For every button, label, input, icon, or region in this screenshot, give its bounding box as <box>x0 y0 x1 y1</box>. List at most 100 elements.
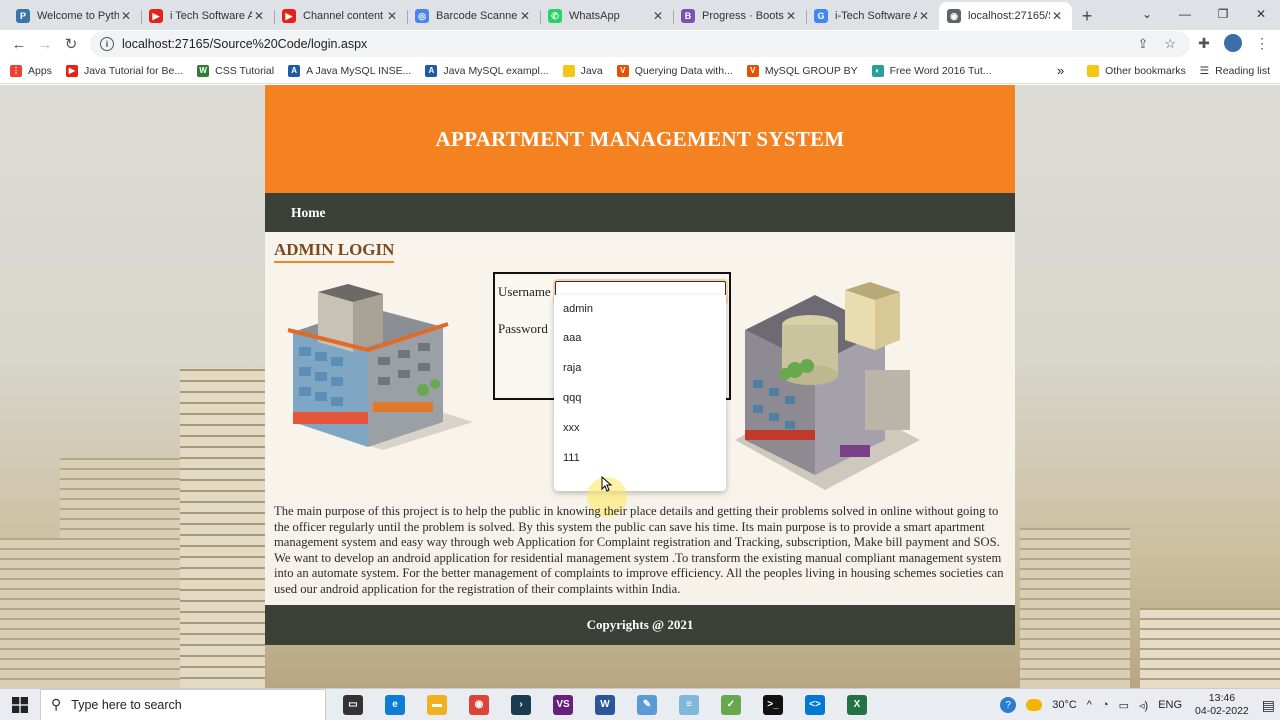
site-container: APPARTMENT MANAGEMENT SYSTEM Home ADMIN … <box>265 85 1015 645</box>
autocomplete-option[interactable]: raja <box>554 353 726 383</box>
taskbar-app-terminal[interactable]: › <box>500 689 542 720</box>
browser-tab-strip: P Welcome to Pyth ✕ ▶ i Tech Software A ✕ ▶ Cha… <box>0 0 1280 30</box>
taskbar-app-notepad[interactable]: ≡ <box>668 689 710 720</box>
volume-icon[interactable]: ◃) <box>1139 699 1148 712</box>
site-info-icon[interactable]: i <box>100 37 114 51</box>
bookmark-item[interactable]: ◐ Free Word 2016 Tut... <box>871 64 992 77</box>
clock-date: 04-02-2022 <box>1195 705 1249 717</box>
tray-expand-icon[interactable]: ^ <box>1087 699 1092 711</box>
address-bar[interactable]: i localhost:27165/Source%20Code/login.as… <box>90 31 1190 57</box>
browser-tab[interactable]: ✆ WhatsApp ✕ <box>540 2 673 30</box>
battery-icon[interactable]: ▭ <box>1119 699 1129 712</box>
background-building <box>0 538 60 688</box>
browser-tab[interactable]: ▶ Channel content ✕ <box>274 2 407 30</box>
profile-avatar[interactable] <box>1224 34 1242 52</box>
tab-close-icon[interactable]: ✕ <box>784 9 798 23</box>
bookmark-item[interactable]: ⋮ Apps <box>10 64 52 77</box>
tab-title: WhatsApp <box>569 10 620 22</box>
taskbar-app-excel[interactable]: X <box>836 689 878 720</box>
start-button[interactable] <box>0 689 40 720</box>
background-building <box>1020 528 1130 688</box>
apartment-building-illustration <box>287 284 473 450</box>
clock[interactable]: 13:46 04-02-2022 <box>1195 692 1249 718</box>
bookmark-item[interactable]: V Querying Data with... <box>616 64 733 77</box>
browser-tab[interactable]: ◉ localhost:27165/S ✕ <box>939 2 1072 30</box>
reading-list[interactable]: ☰ Reading list <box>1200 65 1270 77</box>
help-icon[interactable]: ? <box>1000 697 1017 713</box>
network-icon[interactable]: ◔ <box>1102 699 1109 711</box>
bookmark-item[interactable]: W CSS Tutorial <box>197 64 275 77</box>
taskbar-app-visual-studio[interactable]: VS <box>542 689 584 720</box>
new-tab-button[interactable]: + <box>1072 2 1102 30</box>
reload-icon[interactable]: ↻ <box>58 31 84 57</box>
page-viewport: APPARTMENT MANAGEMENT SYSTEM Home ADMIN … <box>0 85 1280 688</box>
taskbar-app-edge[interactable]: e <box>374 689 416 720</box>
cmd-icon: >_ <box>763 694 783 715</box>
share-icon[interactable]: ⇪ <box>1137 36 1148 52</box>
taskbar-app-vscode[interactable]: <> <box>794 689 836 720</box>
autocomplete-option[interactable]: 111 <box>554 443 726 473</box>
taskbar-app-task-view[interactable]: ▭ <box>332 689 374 720</box>
bookmark-item[interactable]: ▶ Java Tutorial for Be... <box>65 64 183 77</box>
taskbar-app-file-explorer[interactable]: ▬ <box>416 689 458 720</box>
bookmark-star-icon[interactable]: ☆ <box>1164 36 1176 52</box>
bookmarks-overflow-icon[interactable]: » <box>1057 63 1064 78</box>
tab-close-icon[interactable]: ✕ <box>518 9 532 23</box>
temperature[interactable]: 30°C <box>1052 699 1077 711</box>
bookmark-favicon-icon <box>562 64 575 77</box>
taskbar-search-box[interactable]: ⚲ Type here to search <box>40 688 326 720</box>
close-window-button[interactable]: ✕ <box>1242 0 1280 28</box>
minimize-button[interactable]: — <box>1166 0 1204 28</box>
browser-tab[interactable]: ▶ i Tech Software A ✕ <box>141 2 274 30</box>
bookmark-item[interactable]: V MySQL GROUP BY <box>746 64 858 77</box>
autocomplete-option[interactable]: qqq <box>554 383 726 413</box>
visual-studio-icon: VS <box>553 694 573 715</box>
notifications-icon[interactable]: ▤ <box>1262 697 1275 714</box>
bookmark-item[interactable]: Java <box>562 64 603 77</box>
autocomplete-option[interactable]: aaa <box>554 323 726 353</box>
windows-taskbar: ⚲ Type here to search ▭ e ▬ ◉ › VS W ✎ ≡ ✓ >_ <> X ?… <box>0 688 1280 720</box>
taskbar-app-word[interactable]: W <box>584 689 626 720</box>
browser-tab[interactable]: P Welcome to Pyth ✕ <box>8 2 141 30</box>
back-icon[interactable]: ← <box>6 31 32 57</box>
weather-icon[interactable] <box>1026 699 1043 711</box>
tab-close-icon[interactable]: ✕ <box>385 9 399 23</box>
taskbar-app-sticky-app[interactable]: ✓ <box>710 689 752 720</box>
browser-tab[interactable]: B Progress · Boots ✕ <box>673 2 806 30</box>
paint-icon: ✎ <box>637 694 657 715</box>
tab-title: Barcode Scanner <box>436 10 518 22</box>
tab-close-icon[interactable]: ✕ <box>917 9 931 23</box>
browser-tab[interactable]: ◎ Barcode Scanner ✕ <box>407 2 540 30</box>
restore-button[interactable]: ❐ <box>1204 0 1242 28</box>
forward-icon[interactable]: → <box>32 31 58 57</box>
tab-search-icon[interactable]: ⌄ <box>1128 0 1166 28</box>
other-bookmarks[interactable]: Other bookmarks <box>1087 65 1186 77</box>
browser-tab[interactable]: Gi-Tech Software A ✕ <box>806 2 939 30</box>
extensions-icon[interactable]: ✚ <box>1194 32 1214 54</box>
tab-favicon-icon: ▶ <box>149 9 163 23</box>
bookmarks-bar: ⋮ Apps ▶ Java Tutorial for Be... W CSS Tutori… <box>0 58 1280 84</box>
autocomplete-option[interactable]: xxx <box>554 413 726 443</box>
menu-icon[interactable]: ⋮ <box>1252 32 1272 54</box>
nav-home-link[interactable]: Home <box>291 205 326 221</box>
tab-close-icon[interactable]: ✕ <box>252 9 266 23</box>
bookmark-label: CSS Tutorial <box>215 64 275 77</box>
bookmark-favicon-icon: A <box>425 64 438 77</box>
taskbar-app-cmd[interactable]: >_ <box>752 689 794 720</box>
taskbar-app-chrome[interactable]: ◉ <box>458 689 500 720</box>
bookmark-item[interactable]: A Java MySQL exampl... <box>425 64 549 77</box>
city-block-illustration <box>735 282 920 490</box>
system-tray: ? 30°C ^ ◔ ▭ ◃) ENG 13:46 04-02-2022 ▤ <box>995 689 1280 720</box>
autocomplete-option[interactable]: admin <box>554 295 726 323</box>
bookmark-item[interactable]: A A Java MySQL INSE... <box>288 64 411 77</box>
sticky-app-icon: ✓ <box>721 694 741 715</box>
site-header: APPARTMENT MANAGEMENT SYSTEM <box>265 85 1015 193</box>
site-title: APPARTMENT MANAGEMENT SYSTEM <box>435 126 845 151</box>
taskbar-app-paint[interactable]: ✎ <box>626 689 668 720</box>
tab-close-icon[interactable]: ✕ <box>1050 9 1064 23</box>
language-indicator[interactable]: ENG <box>1158 699 1182 711</box>
tab-close-icon[interactable]: ✕ <box>119 9 133 23</box>
tab-close-icon[interactable]: ✕ <box>651 9 665 23</box>
task-view-icon: ▭ <box>343 694 363 715</box>
tab-favicon-icon: P <box>16 9 30 23</box>
